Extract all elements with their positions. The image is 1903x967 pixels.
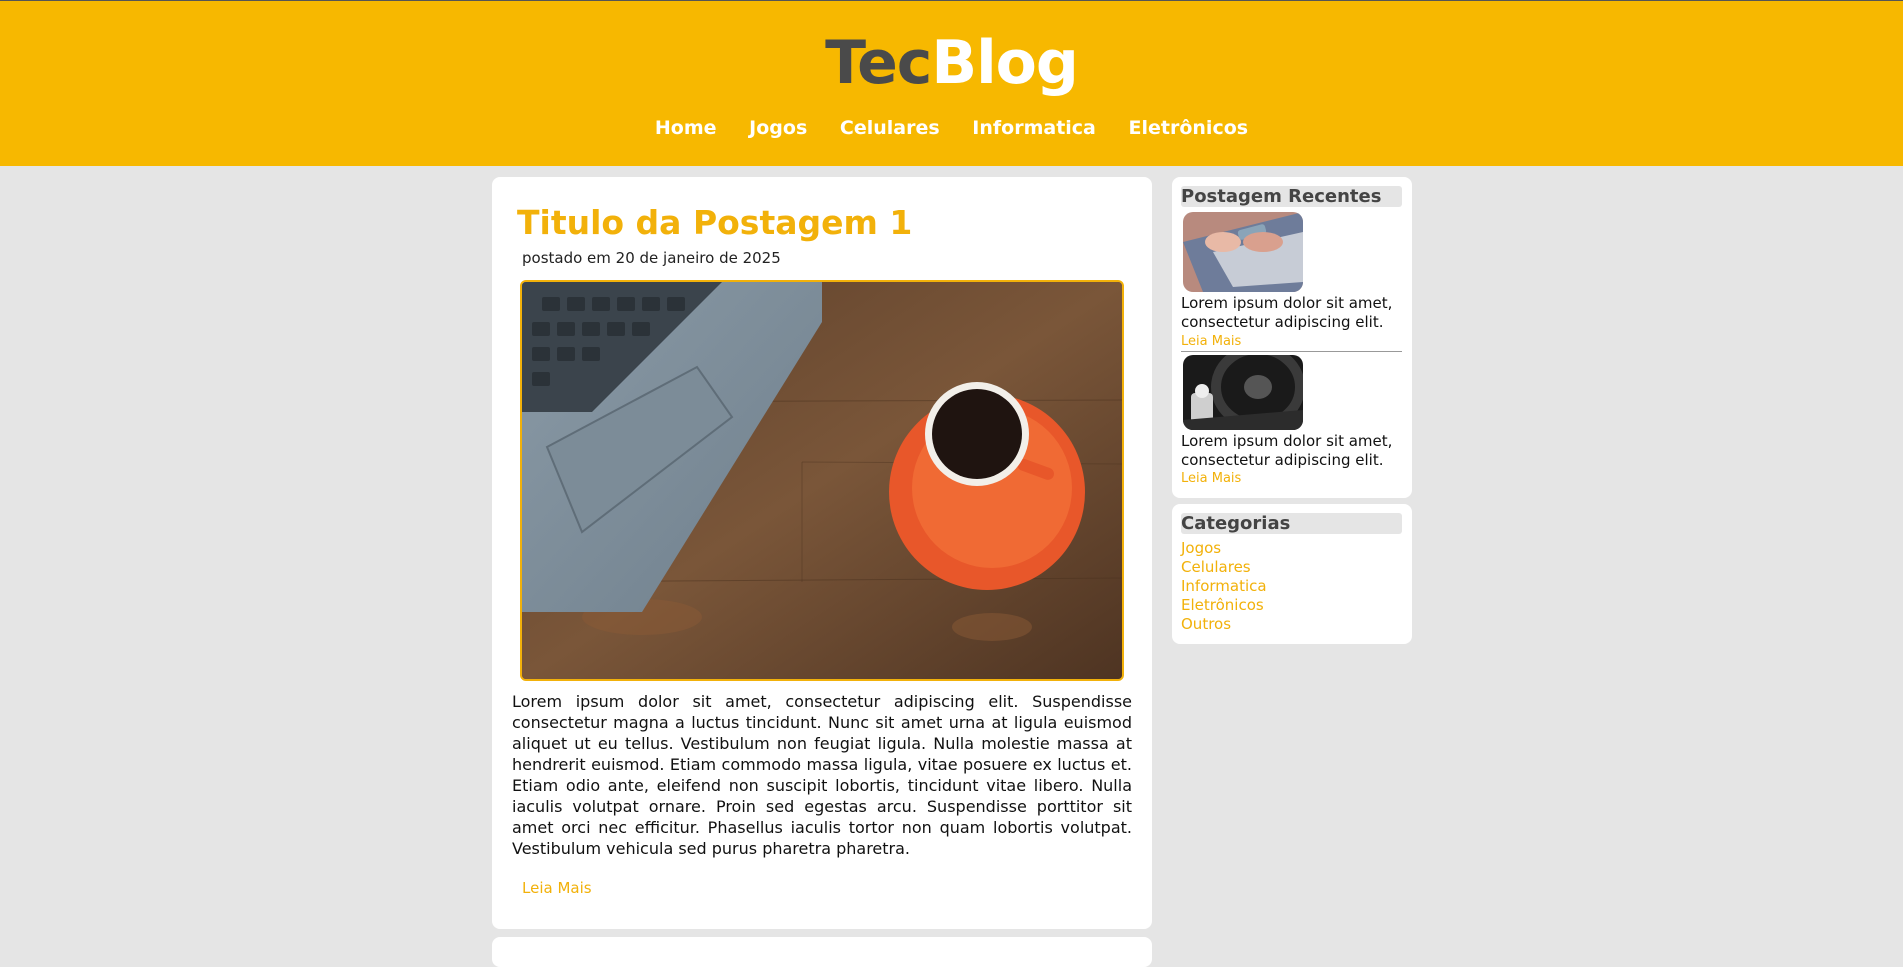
nav-informatica[interactable]: Informatica [972,117,1096,139]
categories-title: Categorias [1181,513,1402,534]
nav-home[interactable]: Home [655,117,717,139]
category-item: Jogos [1181,539,1267,558]
post-title[interactable]: Titulo da Postagem 1 [517,201,912,245]
post-image-graphic [522,282,1122,679]
recent-post-text-1: Lorem ipsum dolor sit amet, consectetur … [1181,294,1393,331]
site-logo[interactable]: TecBlog [0,27,1903,99]
recent-post-thumb-2[interactable] [1183,355,1303,430]
main-nav: Home Jogos Celulares Informatica Eletrôn… [0,117,1903,139]
nav-eletronicos[interactable]: Eletrônicos [1129,117,1249,139]
logo-part-blog: Blog [931,28,1078,98]
recent-posts-divider [1181,351,1402,352]
categories-list: Jogos Celulares Informatica Eletrônicos … [1181,539,1267,634]
category-item: Celulares [1181,558,1267,577]
nav-jogos[interactable]: Jogos [749,117,807,139]
nav-celulares[interactable]: Celulares [840,117,940,139]
category-item: Informatica [1181,577,1267,596]
category-jogos-link[interactable]: Jogos [1181,539,1267,558]
site-header: TecBlog Home Jogos Celulares Informatica… [0,0,1903,166]
category-outros-link[interactable]: Outros [1181,615,1267,634]
categories-widget: Categorias Jogos Celulares Informatica E… [1172,504,1412,644]
category-celulares-link[interactable]: Celulares [1181,558,1267,577]
post-card: Titulo da Postagem 1 postado em 20 de ja… [492,177,1152,929]
recent-posts-widget: Postagem Recentes Lorem ipsum dolor sit … [1172,177,1412,498]
category-informatica-link[interactable]: Informatica [1181,577,1267,596]
post-image-laptop-coffee [520,280,1124,681]
category-item: Eletrônicos [1181,596,1267,615]
post-date: postado em 20 de janeiro de 2025 [522,249,781,267]
thumb-car-wheel-image [1183,355,1303,430]
recent-post-read-more-2[interactable]: Leia Mais [1181,471,1241,486]
category-item: Outros [1181,615,1267,634]
thumb-phone-laptop-image [1183,212,1303,292]
post-read-more-link[interactable]: Leia Mais [522,879,592,897]
category-eletronicos-link[interactable]: Eletrônicos [1181,596,1267,615]
post-body: Lorem ipsum dolor sit amet, consectetur … [512,692,1132,858]
recent-post-text-2: Lorem ipsum dolor sit amet, consectetur … [1181,432,1393,469]
recent-posts-title: Postagem Recentes [1181,186,1402,207]
recent-post-thumb-1[interactable] [1183,212,1303,292]
logo-part-tec: Tec [825,28,932,98]
next-post-card [492,937,1152,967]
recent-post-read-more-1[interactable]: Leia Mais [1181,334,1241,349]
